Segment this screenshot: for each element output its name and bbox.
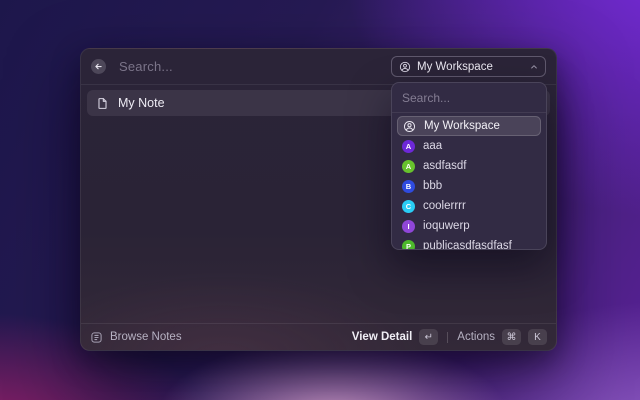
workspace-item-label: ioquwerp [423, 220, 470, 232]
user-circle-icon [399, 61, 411, 73]
workspace-avatar: C [402, 200, 415, 213]
actions-button[interactable]: Actions [457, 331, 495, 343]
workspace-item-label: asdfasdf [423, 160, 466, 172]
workspace-selector-button[interactable]: My Workspace [391, 56, 546, 77]
workspace-avatar: B [402, 180, 415, 193]
workspace-avatar: I [402, 220, 415, 233]
window-header: Search... My Workspace [81, 49, 556, 85]
workspace-search-input[interactable]: Search... [392, 83, 546, 113]
workspace-item-label: coolerrrr [423, 200, 466, 212]
user-circle-icon [403, 120, 416, 133]
workspace-item[interactable]: A asdfasdf [397, 156, 541, 176]
footer-actions: View Detail ↵ Actions ⌘ K [352, 329, 547, 345]
workspace-avatar: A [402, 160, 415, 173]
arrow-left-icon [94, 62, 103, 71]
k-key-badge: K [528, 329, 547, 345]
workspace-item-label: publicasdfasdfasf [423, 240, 512, 250]
desktop-background: Search... My Workspace My Note [0, 0, 640, 400]
window-footer: Browse Notes View Detail ↵ Actions ⌘ K [81, 323, 556, 350]
workspace-item[interactable]: B bbb [397, 176, 541, 196]
result-label: My Note [118, 96, 165, 110]
workspace-item-label: aaa [423, 140, 442, 152]
workspace-avatar: P [402, 240, 415, 251]
workspace-selector-label: My Workspace [417, 61, 493, 73]
workspace-list: My Workspace A aaa A asdfasdf B bbb C co… [392, 113, 546, 250]
workspace-item-label: bbb [423, 180, 442, 192]
workspace-dropdown: Search... My Workspace A aaa A asdfasdf … [391, 82, 547, 250]
workspace-item[interactable]: A aaa [397, 136, 541, 156]
document-icon [96, 97, 109, 110]
workspace-item[interactable]: My Workspace [397, 116, 541, 136]
workspace-item[interactable]: P publicasdfasdfasf [397, 236, 541, 250]
footer-divider [447, 332, 448, 343]
search-input[interactable]: Search... [119, 59, 173, 74]
browse-notes-label: Browse Notes [110, 331, 182, 343]
browse-notes[interactable]: Browse Notes [90, 331, 182, 344]
back-button[interactable] [91, 59, 106, 74]
notes-icon [90, 331, 103, 344]
workspace-item[interactable]: C coolerrrr [397, 196, 541, 216]
workspace-avatar: A [402, 140, 415, 153]
view-detail-button[interactable]: View Detail [352, 331, 413, 343]
return-key-badge: ↵ [419, 329, 438, 345]
command-key-badge: ⌘ [502, 329, 521, 345]
workspace-item[interactable]: I ioquwerp [397, 216, 541, 236]
chevron-up-icon [530, 63, 538, 71]
workspace-item-label: My Workspace [424, 120, 500, 132]
